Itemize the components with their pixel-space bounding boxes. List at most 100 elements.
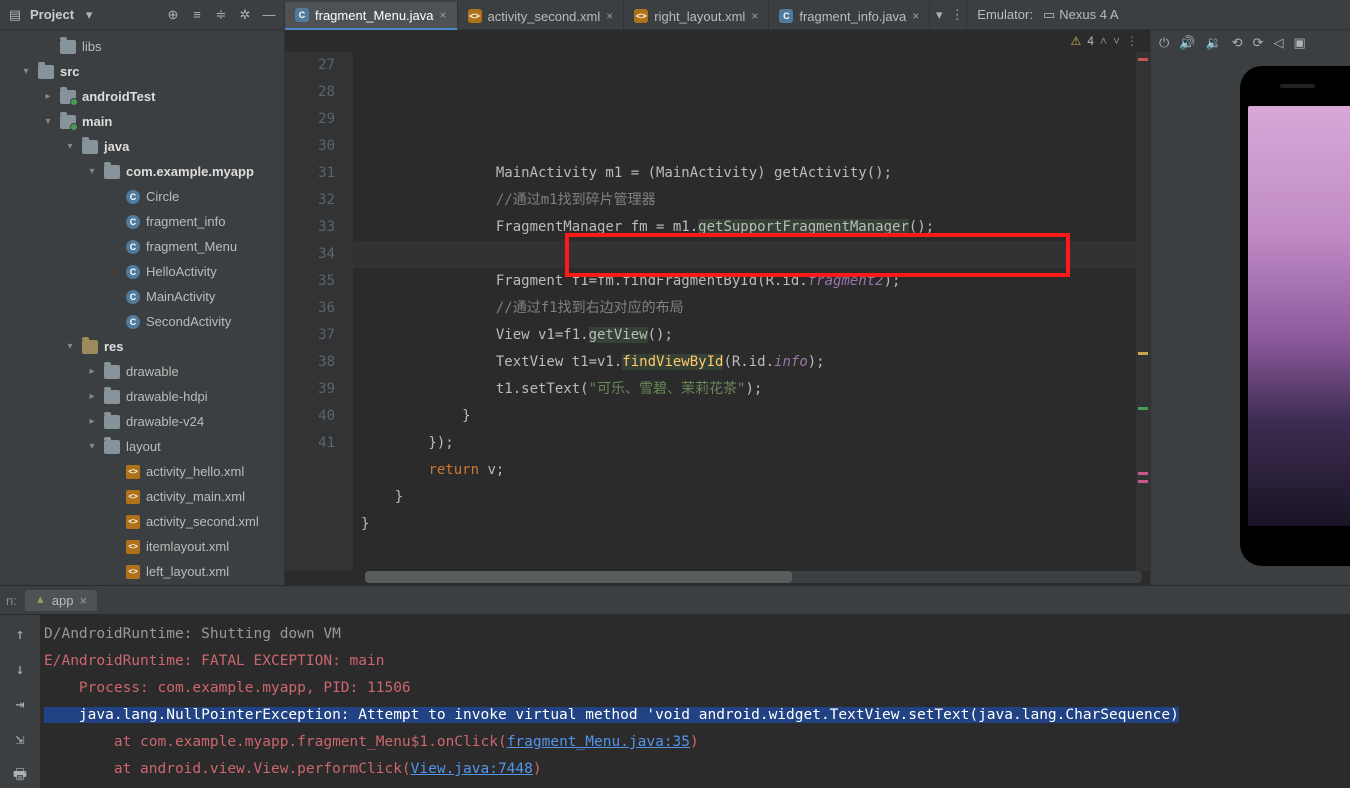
chevron-icon[interactable]: ▾ [64, 341, 76, 352]
tab-fragment_info-java[interactable]: Cfragment_info.java× [769, 2, 930, 30]
back-icon[interactable]: ◁ [1273, 35, 1283, 51]
tree-node-main[interactable]: ▾main [0, 109, 284, 134]
tree-node-drawable[interactable]: ▸drawable [0, 359, 284, 384]
soft-wrap-icon[interactable]: ⇥ [15, 691, 24, 718]
code-line[interactable]: //通过f1找到右边对应的布局 [353, 295, 1136, 322]
scroll-up-icon[interactable]: ↑ [15, 621, 24, 648]
code-line[interactable]: t1.setText("可乐、雪碧、茉莉花茶"); [353, 376, 1136, 403]
console-line[interactable]: D/AndroidRuntime: Shutting down VM [44, 621, 1346, 648]
rotate-right-icon[interactable]: ⟳ [1253, 35, 1264, 51]
code-line[interactable]: MainActivity m1 = (MainActivity) getActi… [353, 160, 1136, 187]
tree-label: drawable-hdpi [126, 389, 208, 404]
warning-nav-up-icon[interactable]: ˄ [1100, 34, 1107, 48]
volume-up-icon[interactable]: 🔊 [1179, 35, 1195, 51]
stack-link[interactable]: fragment_Menu.java:35 [507, 734, 690, 750]
tree-node-drawable-v24[interactable]: ▸drawable-v24 [0, 409, 284, 434]
tree-node-activity_second-xml[interactable]: <>activity_second.xml [0, 509, 284, 534]
chevron-icon[interactable]: ▸ [86, 391, 98, 402]
current-line-highlight [353, 241, 1136, 268]
run-tab-app[interactable]: ▲ app × [25, 590, 97, 611]
warning-icon[interactable]: ⚠ [1071, 34, 1082, 48]
chevron-icon[interactable]: ▾ [20, 66, 32, 77]
close-icon[interactable]: × [79, 593, 87, 608]
chevron-icon[interactable]: ▸ [42, 91, 54, 102]
close-icon[interactable]: × [912, 9, 919, 23]
code-line[interactable]: } [353, 484, 1136, 511]
stack-link[interactable]: View.java:7448 [411, 761, 533, 777]
close-icon[interactable]: × [751, 9, 758, 23]
code-line[interactable]: } [353, 511, 1136, 538]
code-line[interactable]: } [353, 403, 1136, 430]
tree-node-left_layout-xml[interactable]: <>left_layout.xml [0, 559, 284, 584]
console-line[interactable]: at android.view.View.performClick(View.j… [44, 756, 1346, 783]
code-line[interactable]: return v; [353, 457, 1136, 484]
editor-horizontal-scrollbar[interactable] [365, 571, 1142, 583]
project-dropdown-icon[interactable]: ▾ [80, 6, 98, 24]
tab-fragment_Menu-java[interactable]: Cfragment_Menu.java× [285, 2, 458, 30]
chevron-icon[interactable]: ▾ [42, 116, 54, 127]
code-line[interactable]: TextView t1=v1.findViewById(R.id.info); [353, 349, 1136, 376]
code-line[interactable]: Fragment f1=fm.findFragmentById(R.id.fra… [353, 268, 1136, 295]
tree-node-androidTest[interactable]: ▸androidTest [0, 84, 284, 109]
code-body[interactable]: MainActivity m1 = (MainActivity) getActi… [353, 52, 1136, 571]
tree-node-itemlayout-xml[interactable]: <>itemlayout.xml [0, 534, 284, 559]
code-line[interactable]: //通过m1找到碎片管理器 [353, 187, 1136, 214]
print-icon[interactable]: 🖶 [13, 761, 27, 788]
tree-node-activity_main-xml[interactable]: <>activity_main.xml [0, 484, 284, 509]
tab-overflow-icon[interactable]: ▾ [930, 6, 948, 24]
console-line[interactable]: java.lang.NullPointerException: Attempt … [44, 702, 1346, 729]
tab-right_layout-xml[interactable]: <>right_layout.xml× [624, 2, 769, 30]
chevron-icon[interactable]: ▸ [86, 366, 98, 377]
volume-down-icon[interactable]: 🔉 [1205, 35, 1221, 51]
screenshot-icon[interactable]: ▣ [1293, 35, 1305, 51]
tab-more-icon[interactable]: ⋮ [948, 6, 966, 24]
code-line[interactable]: FragmentManager fm = m1.getSupportFragme… [353, 214, 1136, 241]
minimap-scrollbar[interactable] [1136, 52, 1150, 571]
tree-node-activity_hello-xml[interactable]: <>activity_hello.xml [0, 459, 284, 484]
power-icon[interactable]: ⏻ [1159, 35, 1169, 51]
tree-node-fragment_Menu[interactable]: Cfragment_Menu [0, 234, 284, 259]
code-area[interactable]: 272829303132333435363738394041 MainActiv… [285, 52, 1150, 571]
chevron-icon[interactable]: ▾ [86, 166, 98, 177]
tree-node-drawable-hdpi[interactable]: ▸ drawable-hdpi [0, 384, 284, 409]
tree-node-src[interactable]: ▾src [0, 59, 284, 84]
locate-icon[interactable]: ⊕ [164, 6, 182, 24]
emulator-device[interactable]: ▭ Nexus 4 A [1043, 7, 1119, 23]
tree-node-res[interactable]: ▾res [0, 334, 284, 359]
phone-screen[interactable] [1248, 106, 1350, 526]
settings-icon[interactable]: ✲ [236, 6, 254, 24]
console-line[interactable]: Process: com.example.myapp, PID: 11506 [44, 675, 1346, 702]
tree-node-fragment_info[interactable]: Cfragment_info [0, 209, 284, 234]
tree-node-SecondActivity[interactable]: CSecondActivity [0, 309, 284, 334]
tree-node-com-example-myapp[interactable]: ▾com.example.myapp [0, 159, 284, 184]
hide-icon[interactable]: — [260, 6, 278, 24]
tree-node-layout[interactable]: ▾layout [0, 434, 284, 459]
chevron-icon[interactable]: ▾ [86, 441, 98, 452]
scroll-end-icon[interactable]: ⇲ [15, 726, 24, 753]
tree-node-java[interactable]: ▾java [0, 134, 284, 159]
tab-activity_second-xml[interactable]: <>activity_second.xml× [458, 2, 625, 30]
emulator-header: Emulator: ▭ Nexus 4 A [966, 0, 1128, 29]
tree-node-MainActivity[interactable]: CMainActivity [0, 284, 284, 309]
rotate-left-icon[interactable]: ⟲ [1232, 35, 1243, 51]
close-icon[interactable]: × [606, 9, 613, 23]
code-line[interactable]: View v1=f1.getView(); [353, 322, 1136, 349]
expand-icon[interactable]: ≡ [188, 6, 206, 24]
warning-nav-down-icon[interactable]: ˅ [1113, 34, 1120, 48]
code-editor[interactable]: ⚠ 4 ˄ ˅ ⋮ 272829303132333435363738394041… [285, 30, 1150, 585]
code-line[interactable]: }); [353, 430, 1136, 457]
console-line[interactable]: E/AndroidRuntime: FATAL EXCEPTION: main [44, 648, 1346, 675]
project-tree[interactable]: libs▾src▸androidTest▾main▾java▾com.examp… [0, 30, 285, 585]
console-output[interactable]: D/AndroidRuntime: Shutting down VME/Andr… [40, 615, 1350, 788]
code-line[interactable] [353, 538, 1136, 565]
chevron-icon[interactable]: ▾ [64, 141, 76, 152]
chevron-icon[interactable]: ▸ [86, 416, 98, 427]
console-line[interactable]: at com.example.myapp.fragment_Menu$1.onC… [44, 729, 1346, 756]
collapse-icon[interactable]: ≑ [212, 6, 230, 24]
tree-node-Circle[interactable]: CCircle [0, 184, 284, 209]
tree-node-HelloActivity[interactable]: CHelloActivity [0, 259, 284, 284]
editor-more-icon[interactable]: ⋮ [1126, 34, 1138, 48]
close-icon[interactable]: × [440, 8, 447, 22]
scroll-down-icon[interactable]: ↓ [15, 656, 24, 683]
tree-node-libs[interactable]: libs [0, 34, 284, 59]
